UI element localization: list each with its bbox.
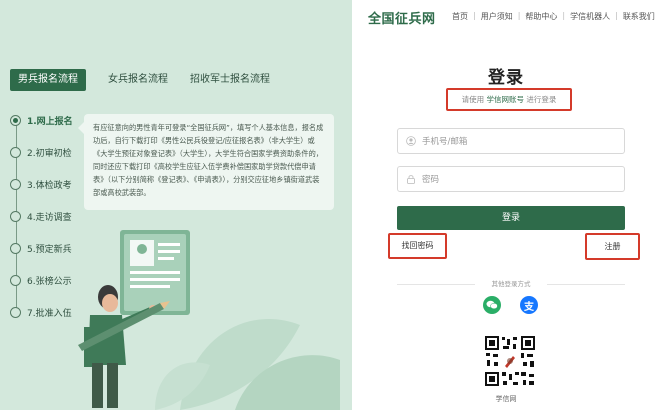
- step-dot-icon: [10, 179, 21, 190]
- nav-divider: |: [473, 11, 476, 20]
- illustration-person-with-board: [78, 230, 340, 410]
- step-dot-icon: [10, 243, 21, 254]
- subtitle-suffix: 进行登录: [526, 95, 557, 104]
- nav-divider: |: [517, 11, 521, 20]
- password-field[interactable]: 密码: [397, 166, 625, 192]
- step-online-registration[interactable]: 1.网上报名: [10, 114, 73, 127]
- tab-sergeant-process[interactable]: 招收军士报名流程: [190, 69, 270, 91]
- nav-home[interactable]: 首页: [452, 11, 468, 22]
- process-tabs: 男兵报名流程 女兵报名流程 招收军士报名流程: [10, 69, 292, 91]
- step-label: 2.初审初检: [27, 149, 72, 159]
- step-dot-icon: [10, 115, 21, 126]
- tab-male-process[interactable]: 男兵报名流程: [10, 69, 86, 91]
- other-login-methods: 其他登录方式: [397, 278, 625, 290]
- step-initial-check[interactable]: 2.初审初检: [10, 146, 72, 159]
- alipay-glyph: 支: [524, 301, 534, 313]
- step-label: 3.体检政考: [27, 181, 72, 191]
- nav-chsi-robot[interactable]: 学信机器人: [570, 11, 610, 22]
- nav-divider: |: [562, 11, 566, 20]
- user-icon: [406, 136, 416, 146]
- step-label: 1.网上报名: [27, 117, 73, 127]
- login-title: 登录: [488, 68, 524, 88]
- forgot-password-link[interactable]: 找回密码: [388, 233, 447, 259]
- tab-female-process[interactable]: 女兵报名流程: [108, 69, 168, 91]
- qr-code-icon: [483, 334, 537, 388]
- top-nav: 首页 | 用户须知 | 帮助中心 | 学信机器人 | 联系我们: [452, 11, 655, 22]
- nav-user-notice[interactable]: 用户须知: [481, 11, 513, 22]
- site-logo[interactable]: 全国征兵网: [368, 8, 436, 27]
- process-panel: 男兵报名流程 女兵报名流程 招收军士报名流程 1.网上报名 2.初审初检 3.体…: [0, 0, 352, 410]
- subtitle-prefix: 请使用: [461, 95, 485, 104]
- alipay-login-icon[interactable]: 支: [520, 296, 538, 314]
- login-panel: 全国征兵网 首页 | 用户须知 | 帮助中心 | 学信机器人 | 联系我们 登录…: [352, 0, 660, 410]
- nav-divider: |: [615, 11, 618, 20]
- qr-label: 学信网: [495, 395, 517, 403]
- login-subtitle: 请使用 学信网账号 进行登录: [446, 88, 572, 111]
- phone-email-placeholder: 手机号/邮箱: [422, 137, 468, 147]
- phone-email-field[interactable]: 手机号/邮箱: [397, 128, 625, 154]
- step-dot-icon: [10, 275, 21, 286]
- subtitle-account-link[interactable]: 学信网账号: [487, 95, 525, 104]
- nav-contact-us[interactable]: 联系我们: [623, 11, 655, 22]
- lock-icon: [406, 174, 416, 184]
- step-dot-icon: [10, 211, 21, 222]
- step-dot-icon: [10, 147, 21, 158]
- step-dot-icon: [10, 307, 21, 318]
- wechat-login-icon[interactable]: [483, 296, 501, 314]
- register-link[interactable]: 注册: [585, 233, 640, 260]
- step-description: 有应征意向的男性青年可登录“全国征兵网”，填写个人基本信息，报名成功后，自行下载…: [78, 114, 334, 210]
- nav-help-center[interactable]: 帮助中心: [525, 11, 557, 22]
- password-placeholder: 密码: [422, 175, 440, 185]
- login-button[interactable]: 登录: [397, 206, 625, 230]
- step-physical-political-exam[interactable]: 3.体检政考: [10, 178, 72, 191]
